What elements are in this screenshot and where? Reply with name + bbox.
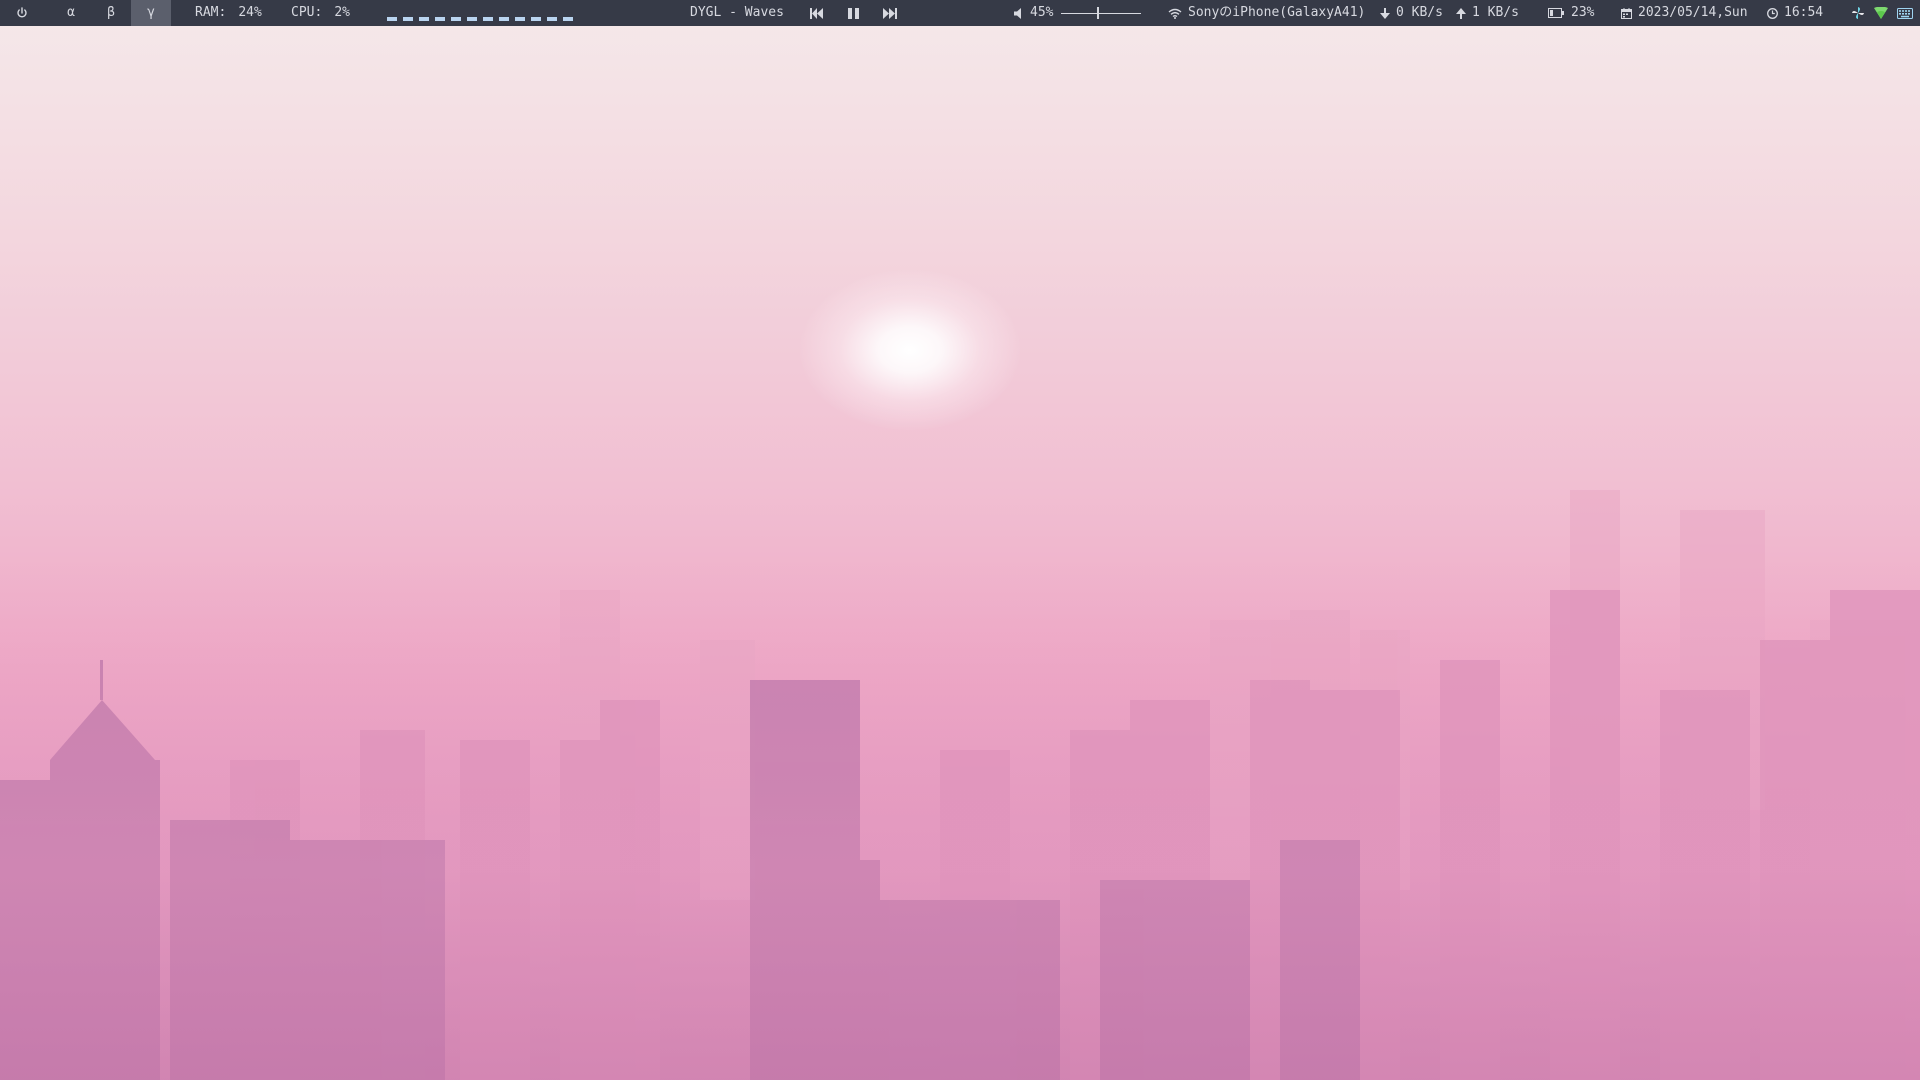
- audio-visualizer: [387, 0, 573, 26]
- visualizer-bar: [563, 17, 573, 21]
- visualizer-bar: [435, 17, 445, 21]
- clock-display[interactable]: 16:54: [1767, 0, 1823, 26]
- media-title: DYGL - Waves: [690, 0, 784, 26]
- network-up: 1 KB/s: [1456, 0, 1519, 26]
- volume-value: 45%: [1030, 5, 1054, 20]
- wifi-icon: [1168, 8, 1182, 19]
- cpu-label: CPU:: [291, 5, 323, 20]
- clock-icon: [1767, 7, 1778, 19]
- download-speed: 0 KB/s: [1396, 5, 1443, 20]
- date-value: 2023/05/14,Sun: [1638, 5, 1748, 20]
- visualizer-bar: [547, 17, 557, 21]
- visualizer-bar: [499, 17, 509, 21]
- volume-knob[interactable]: [1096, 7, 1099, 19]
- arrow-up-icon: [1456, 7, 1466, 19]
- pinwheel-icon[interactable]: [1850, 0, 1866, 26]
- skip-back-icon[interactable]: [808, 0, 826, 26]
- wifi-ssid: SonyのiPhone(GalaxyA41): [1188, 5, 1366, 20]
- desktop-wallpaper: [0, 0, 1920, 1080]
- network-down: 0 KB/s: [1380, 0, 1443, 26]
- track-title: DYGL - Waves: [690, 5, 784, 20]
- wallpaper-haze: [0, 560, 1920, 1080]
- wifi-status[interactable]: SonyのiPhone(GalaxyA41): [1168, 0, 1365, 26]
- network-tray-icon[interactable]: [1873, 0, 1889, 26]
- cpu-value: 2%: [334, 5, 350, 20]
- workspace-label: γ: [147, 5, 155, 20]
- visualizer-bar: [515, 17, 525, 21]
- ram-value: 24%: [238, 5, 262, 20]
- volume-slider[interactable]: [1061, 6, 1142, 20]
- skip-forward-icon[interactable]: [881, 0, 899, 26]
- speaker-icon: [1014, 7, 1024, 19]
- battery-value: 23%: [1571, 5, 1595, 20]
- time-value: 16:54: [1784, 5, 1824, 20]
- calendar-icon: [1621, 7, 1632, 19]
- ram-label: RAM:: [195, 5, 227, 20]
- visualizer-bar: [451, 17, 461, 21]
- visualizer-bar: [387, 17, 397, 21]
- arrow-down-icon: [1380, 7, 1390, 19]
- workspace-beta[interactable]: β: [91, 0, 131, 26]
- status-bar: α β γ RAM: 24% CPU: 2% DYGL - Waves 45%: [0, 0, 1920, 26]
- visualizer-bar: [531, 17, 541, 21]
- ram-usage: RAM: 24%: [195, 0, 262, 26]
- date-display[interactable]: 2023/05/14,Sun: [1621, 0, 1748, 26]
- volume-control[interactable]: 45%: [1014, 0, 1142, 26]
- workspace-alpha[interactable]: α: [51, 0, 91, 26]
- battery-status: 23%: [1548, 0, 1594, 26]
- battery-icon: [1548, 8, 1564, 18]
- keyboard-icon[interactable]: [1896, 0, 1914, 26]
- workspace-label: α: [67, 5, 75, 20]
- visualizer-bar: [467, 17, 477, 21]
- pause-icon[interactable]: [845, 0, 861, 26]
- cpu-usage: CPU: 2%: [291, 0, 350, 26]
- workspace-gamma[interactable]: γ: [131, 0, 171, 26]
- upload-speed: 1 KB/s: [1472, 5, 1519, 20]
- workspace-label: β: [107, 5, 115, 20]
- power-icon[interactable]: [12, 0, 32, 26]
- visualizer-bar: [419, 17, 429, 21]
- visualizer-bar: [403, 17, 413, 21]
- visualizer-bar: [483, 17, 493, 21]
